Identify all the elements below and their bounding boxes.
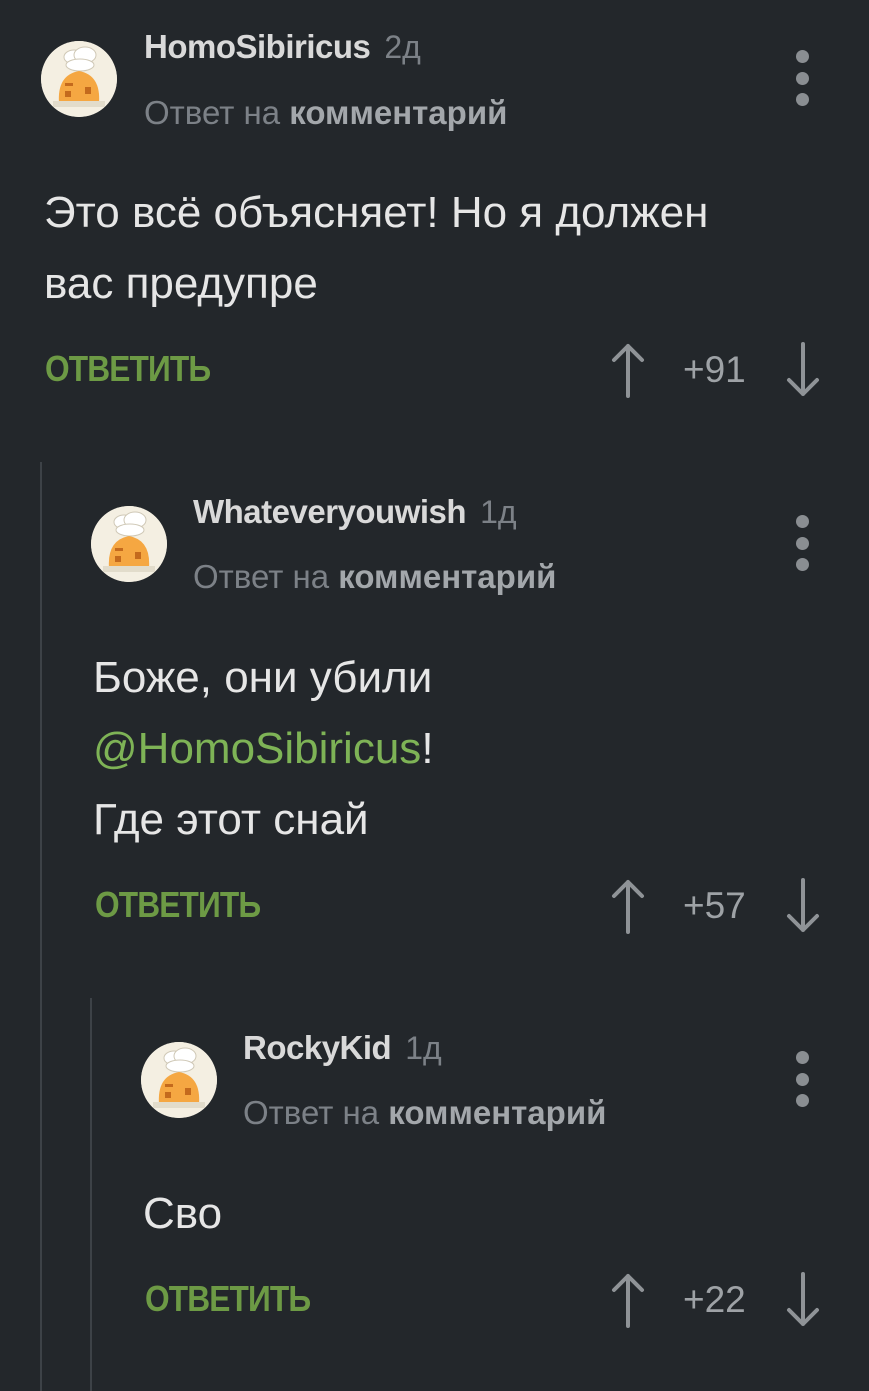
arrow-down-icon[interactable] <box>786 1272 820 1328</box>
arrow-down-icon[interactable] <box>786 342 820 398</box>
author-name[interactable]: Whateveryouwish <box>193 493 467 530</box>
more-options-button[interactable] <box>792 1051 812 1107</box>
thread-line-level-2 <box>90 998 92 1391</box>
more-vertical-icon-dot <box>795 536 809 550</box>
reply-to-line: Ответ на комментарий <box>144 94 507 132</box>
reply-to-link[interactable]: комментарий <box>338 558 556 595</box>
comment-body: Сво <box>143 1178 222 1249</box>
arrow-down-icon[interactable] <box>786 878 820 934</box>
comment-age: 1д <box>480 494 517 530</box>
comments-page: HomoSibiricus 2д Ответ на комментарий Это… <box>0 0 869 1391</box>
comment-age: 2д <box>384 29 421 65</box>
reply-to-line: Ответ на комментарий <box>243 1094 606 1132</box>
reply-button[interactable]: ОТВЕТИТЬ <box>45 348 211 390</box>
author-name[interactable]: RockyKid <box>243 1029 392 1066</box>
more-vertical-icon-dot <box>795 1072 809 1086</box>
comment-body-line: Боже, они убили <box>93 653 433 702</box>
avatar[interactable] <box>41 41 117 117</box>
more-vertical-icon-dot <box>795 71 809 85</box>
comment-body-line: @HomoSibiricus! <box>93 713 434 784</box>
arrow-up-icon[interactable] <box>611 342 645 398</box>
reply-button[interactable]: ОТВЕТИТЬ <box>95 884 261 926</box>
default-chef-avatar-icon <box>41 41 117 117</box>
mention-suffix: ! <box>421 724 434 773</box>
avatar[interactable] <box>141 1042 217 1118</box>
more-vertical-icon-dot <box>795 558 809 571</box>
reply-button[interactable]: ОТВЕТИТЬ <box>145 1278 311 1320</box>
comment-body-line: Где этот снай <box>93 795 369 844</box>
comment-body-line: Сво <box>143 1189 223 1238</box>
comment-body-line: Это всё объясняет! Но я должен <box>44 188 709 237</box>
reply-to-link[interactable]: комментарий <box>289 94 507 131</box>
thread-line-level-1 <box>40 462 42 1391</box>
comment-author[interactable]: HomoSibiricus 2д <box>144 28 421 66</box>
reply-to-line: Ответ на комментарий <box>193 558 556 596</box>
user-mention-link[interactable]: @HomoSibiricus <box>93 724 421 773</box>
comment-body: Боже, они убили @HomoSibiricus! Где этот… <box>93 642 434 855</box>
vote-score: +22 <box>683 1279 746 1320</box>
author-name[interactable]: HomoSibiricus <box>144 28 371 65</box>
more-options-button[interactable] <box>792 50 812 106</box>
reply-to-link[interactable]: комментарий <box>388 1094 606 1131</box>
more-vertical-icon-dot <box>795 50 809 63</box>
arrow-up-icon[interactable] <box>611 878 645 934</box>
default-chef-avatar-icon <box>141 1042 217 1118</box>
more-vertical-icon-dot <box>795 1051 809 1064</box>
reply-to-prefix: Ответ на <box>243 1094 380 1131</box>
comment-body: Это всё объясняет! Но я должен вас преду… <box>44 177 708 319</box>
comment-author[interactable]: RockyKid 1д <box>243 1029 442 1067</box>
reply-to-prefix: Ответ на <box>144 94 281 131</box>
default-chef-avatar-icon <box>91 506 167 582</box>
vote-score: +57 <box>683 885 746 926</box>
more-vertical-icon-dot <box>795 93 809 106</box>
comment-body-line: вас предупре <box>44 259 318 308</box>
comment-age: 1д <box>405 1030 442 1066</box>
more-options-button[interactable] <box>792 515 812 571</box>
arrow-up-icon[interactable] <box>611 1272 645 1328</box>
comment-author[interactable]: Whateveryouwish 1д <box>193 493 517 531</box>
avatar[interactable] <box>91 506 167 582</box>
more-vertical-icon-dot <box>795 515 809 528</box>
reply-to-prefix: Ответ на <box>193 558 330 595</box>
more-vertical-icon-dot <box>795 1094 809 1107</box>
vote-score: +91 <box>683 349 746 390</box>
